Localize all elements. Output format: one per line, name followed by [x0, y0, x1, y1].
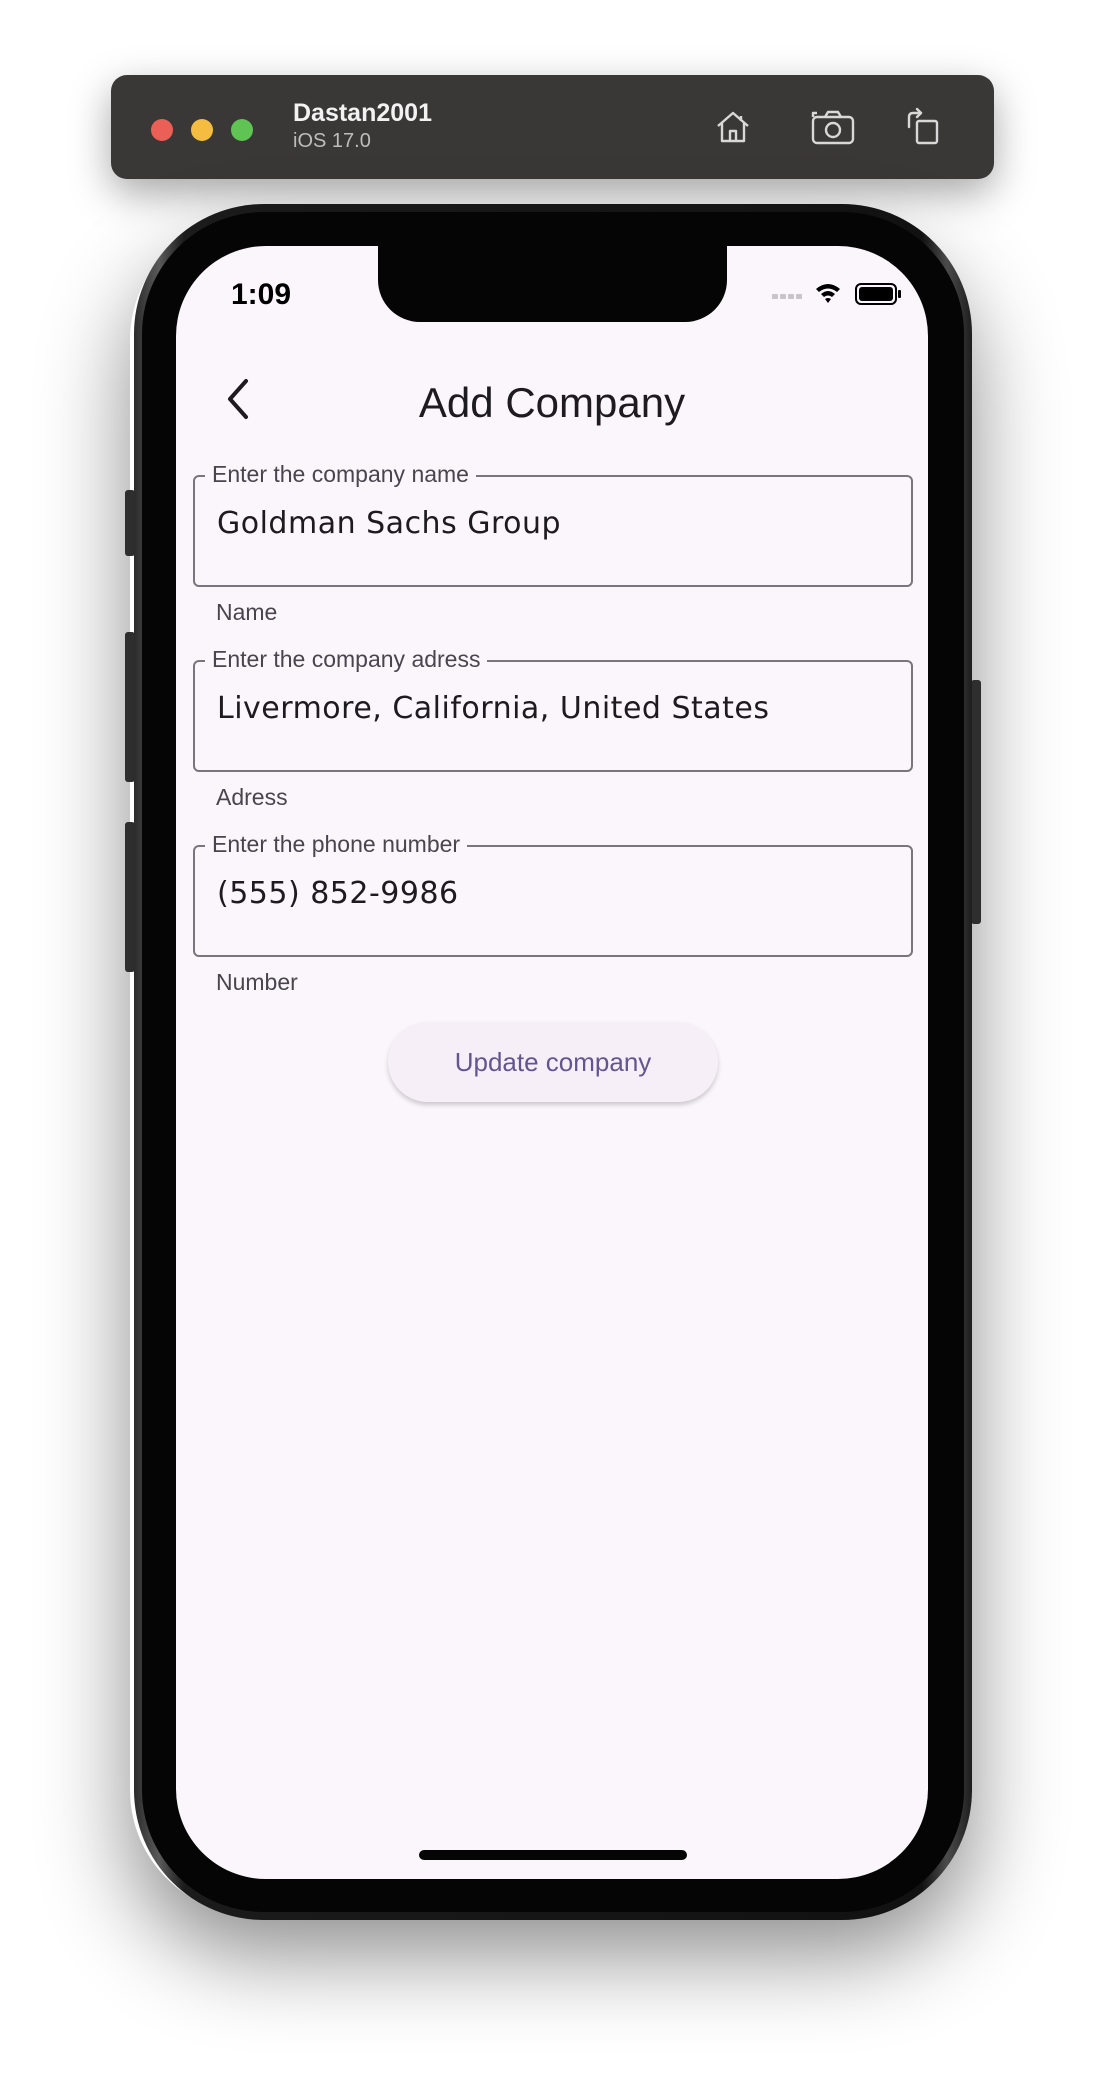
phone-number-helper: Number: [216, 969, 298, 995]
status-time: 1:09: [231, 278, 292, 311]
home-icon[interactable]: [707, 101, 759, 153]
company-name-label: Enter the company name: [205, 461, 476, 488]
simulator-os-version: iOS 17.0: [293, 130, 371, 152]
close-window-button[interactable]: [151, 119, 173, 141]
screenshot-icon[interactable]: [807, 101, 859, 153]
company-address-label: Enter the company adress: [205, 646, 488, 673]
home-indicator[interactable]: [419, 1850, 687, 1860]
phone-number-label: Enter the phone number: [205, 831, 468, 858]
page-title: Add Company: [418, 379, 686, 426]
battery-icon: [855, 283, 901, 305]
company-address-input[interactable]: [217, 691, 897, 726]
wifi-icon: [816, 284, 840, 303]
phone-screen: 1:09 Add Company Enter the company name …: [176, 246, 928, 1879]
company-name-helper: Name: [216, 599, 278, 625]
company-address-helper: Adress: [216, 784, 288, 810]
zoom-window-button[interactable]: [231, 119, 253, 141]
update-company-button[interactable]: Update company: [388, 1022, 718, 1102]
company-name-input[interactable]: [217, 506, 897, 541]
cellular-signal-icon: [772, 294, 802, 299]
phone-number-input[interactable]: [217, 876, 897, 911]
simulator-title-bar: Dastan2001 iOS 17.0: [111, 75, 994, 179]
power-button: [971, 680, 981, 924]
rotate-icon[interactable]: [897, 101, 949, 153]
simulator-device-name: Dastan2001: [293, 99, 432, 127]
screenshot-root: Dastan2001 iOS 17.0 1:09 Add Company Ent…: [0, 0, 1108, 2076]
status-icons: [772, 280, 912, 310]
minimize-window-button[interactable]: [191, 119, 213, 141]
notch: [378, 246, 727, 322]
